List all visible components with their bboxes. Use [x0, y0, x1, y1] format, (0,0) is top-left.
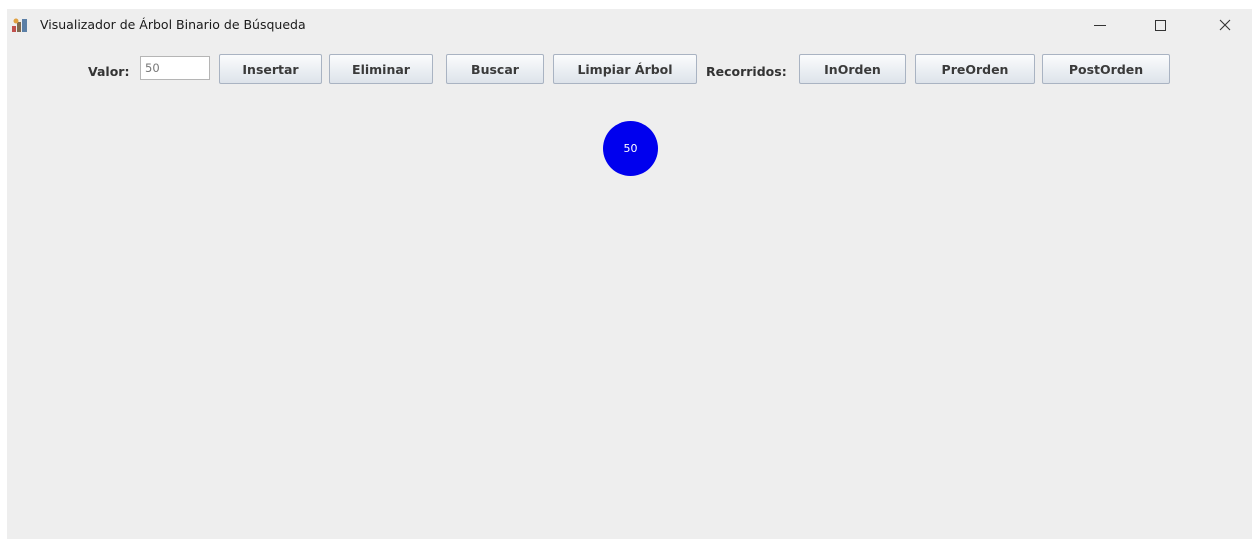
tree-canvas: 50 [7, 94, 1252, 539]
java-app-icon [12, 18, 27, 32]
postorder-button[interactable]: PostOrden [1042, 54, 1170, 84]
minimize-icon [1094, 24, 1106, 26]
minimize-button[interactable] [1077, 9, 1123, 41]
title-bar[interactable]: Visualizador de Árbol Binario de Búsqued… [7, 9, 1252, 41]
search-button[interactable]: Buscar [446, 54, 544, 84]
app-window: Visualizador de Árbol Binario de Búsqued… [7, 9, 1252, 539]
delete-button[interactable]: Eliminar [329, 54, 433, 84]
clear-tree-button[interactable]: Limpiar Árbol [553, 54, 697, 84]
window-title: Visualizador de Árbol Binario de Búsqued… [40, 17, 306, 32]
value-input[interactable] [140, 56, 210, 80]
tree-node-value: 50 [623, 142, 638, 155]
close-icon [1219, 19, 1231, 31]
close-button[interactable] [1202, 9, 1248, 41]
insert-button[interactable]: Insertar [219, 54, 322, 84]
traversals-label: Recorridos: [706, 64, 787, 79]
tree-node: 50 [603, 121, 658, 176]
inorder-button[interactable]: InOrden [799, 54, 906, 84]
preorder-button[interactable]: PreOrden [915, 54, 1035, 84]
maximize-icon [1154, 19, 1166, 31]
maximize-button[interactable] [1137, 9, 1183, 41]
value-label: Valor: [88, 64, 130, 79]
